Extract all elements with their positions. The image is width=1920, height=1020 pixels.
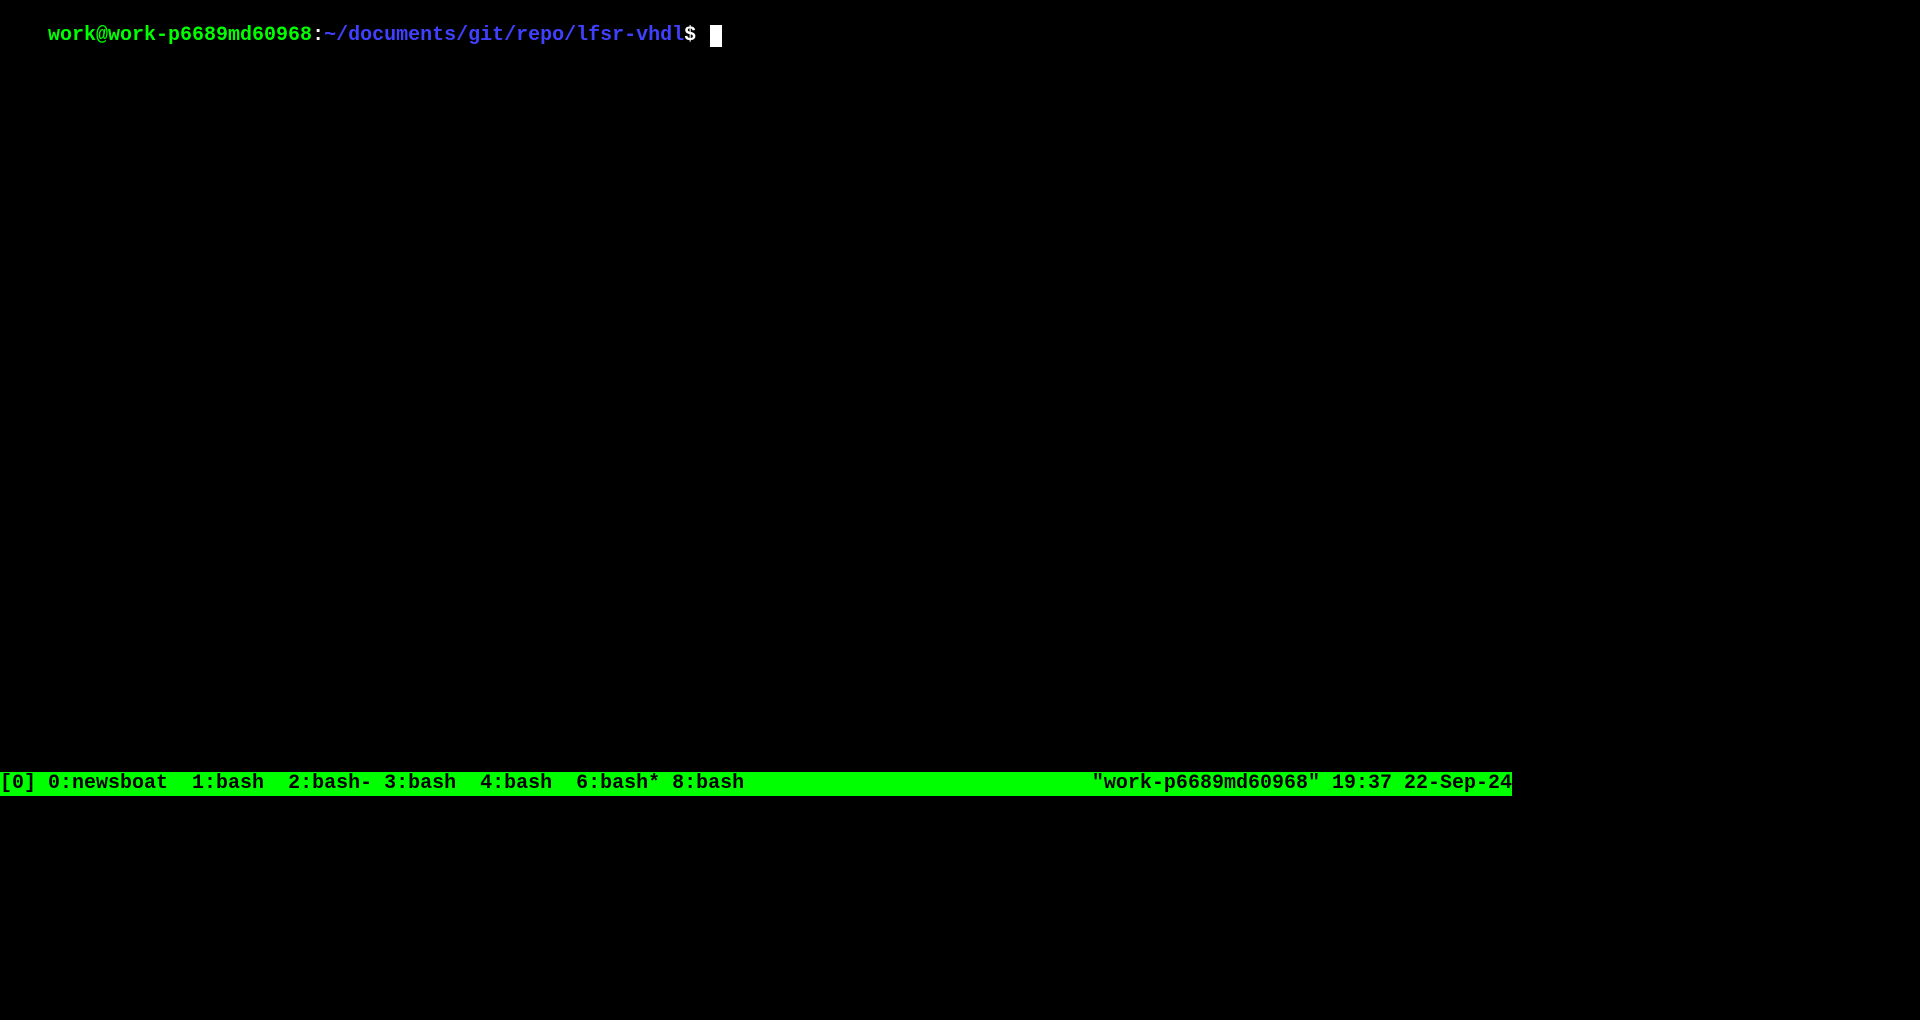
tmux-window-3[interactable]: 3:bash (384, 772, 480, 796)
tmux-window-8[interactable]: 8:bash (672, 772, 744, 796)
status-datetime: 19:37 22-Sep-24 (1332, 772, 1512, 796)
prompt-path: ~/documents/git/repo/lfsr-vhdl (324, 24, 684, 47)
tmux-session-indicator: [0] (0, 772, 48, 796)
prompt-user-host: work@work-p6689md60968 (48, 24, 312, 47)
tmux-window-0[interactable]: 0:newsboat (48, 772, 192, 796)
terminal-area[interactable]: work@work-p6689md60968:~/documents/git/r… (0, 0, 1512, 796)
status-right: "work-p6689md60968" 19:37 22-Sep-24 (1092, 772, 1512, 796)
prompt-line: work@work-p6689md60968:~/documents/git/r… (0, 0, 722, 72)
tmux-window-1[interactable]: 1:bash (192, 772, 288, 796)
tmux-status-bar: [0] 0:newsboat 1:bash 2:bash- 3:bash 4:b… (0, 772, 1512, 796)
prompt-symbol: $ (684, 24, 708, 47)
prompt-separator: : (312, 24, 324, 47)
status-left: [0] 0:newsboat 1:bash 2:bash- 3:bash 4:b… (0, 772, 744, 796)
tmux-window-2[interactable]: 2:bash- (288, 772, 384, 796)
tmux-window-6[interactable]: 6:bash* (576, 772, 672, 796)
status-hostname: "work-p6689md60968" (1092, 772, 1332, 796)
cursor-icon (710, 25, 722, 47)
tmux-window-4[interactable]: 4:bash (480, 772, 576, 796)
